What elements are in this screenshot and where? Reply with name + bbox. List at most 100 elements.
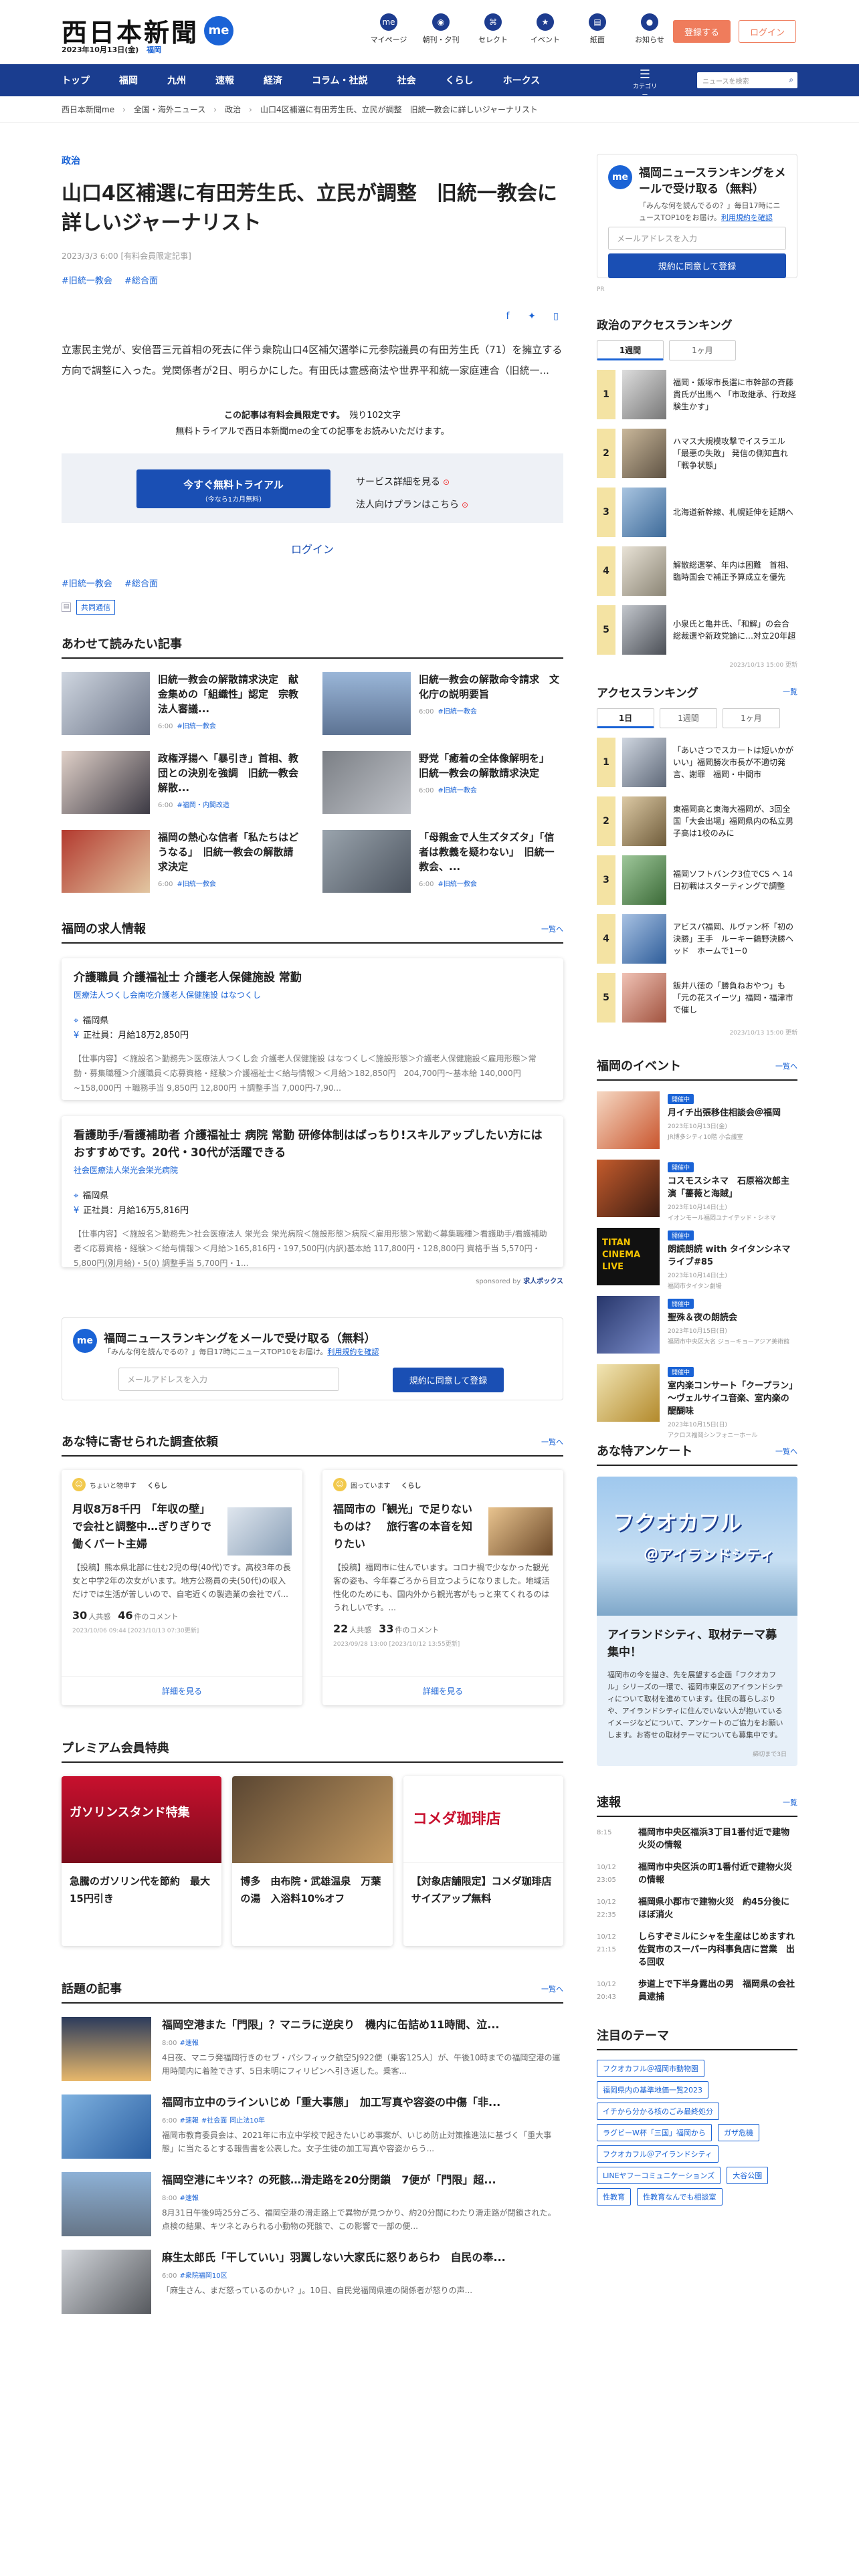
twitter-icon[interactable]: ✦	[524, 309, 539, 324]
breaking-item[interactable]: 10/12 20:43 歩道上で下半身露出の男 福岡県の会社員逮捕	[597, 1978, 797, 2004]
more-link[interactable]: 一覧	[783, 1797, 797, 1808]
tab-day[interactable]: 1日	[597, 708, 654, 728]
nav-mypage[interactable]: me マイページ	[363, 13, 415, 45]
more-link[interactable]: 一覧へ	[775, 1061, 797, 1071]
breadcrumb-national[interactable]: 全国・海外ニュース	[134, 104, 205, 115]
email-field[interactable]: メールアドレスを入力	[118, 1368, 339, 1391]
source-label[interactable]: 共同通信	[76, 600, 115, 615]
related-item[interactable]: 旧統一教会の解散命令請求 文化庁の説明要旨 6:00 #旧統一教会	[322, 672, 563, 735]
category-menu-button[interactable]: ☰ カテゴリー	[632, 68, 658, 100]
breaking-item[interactable]: 10/12 22:35 福岡県小郡市で建物火災 約45分後にほぼ消火	[597, 1896, 797, 1921]
detail-link[interactable]: 詳細を見る	[62, 1676, 302, 1705]
theme-tag[interactable]: ガザ危機	[717, 2124, 759, 2141]
service-detail-link[interactable]: サービス詳細を見る ⊙	[356, 471, 468, 494]
theme-tag[interactable]: ラグビーW杯「三国」福岡から	[597, 2124, 712, 2141]
theme-tag[interactable]: 大谷公園	[727, 2167, 769, 2184]
theme-tag[interactable]: 性教育	[597, 2188, 631, 2206]
gnav-hawks[interactable]: ホークス	[503, 74, 541, 87]
event-item[interactable]: 開催中 月イチ出張移住相談会＠福岡 2023年10月13日(金) JR博多シティ10階…	[597, 1091, 797, 1149]
theme-tag[interactable]: フクオカフル＠アイランドシティ	[597, 2145, 719, 2163]
ranking-item[interactable]: 5 小泉氏と亀井氏、「和解」の会合 総裁選や新政党論に…対立20年超	[597, 605, 797, 655]
terms-link[interactable]: 利用規約を確認	[327, 1348, 379, 1356]
more-link[interactable]: 一覧へ	[775, 1446, 797, 1457]
enquete-card[interactable]: フクオカフル ＠アイランドシティ アイランドシティ、取材テーマ募集中！ 福岡市の今…	[597, 1477, 797, 1766]
paywall-login-link[interactable]: ログイン	[62, 540, 563, 556]
nav-morning-evening[interactable]: ◉ 朝刊・夕刊	[415, 13, 467, 45]
subscribe-button[interactable]: 規約に同意して登録	[608, 253, 786, 278]
corporate-plan-link[interactable]: 法人向けプランはこちら ⊙	[356, 494, 468, 516]
ranking-item[interactable]: 2 東福岡高と東海大福岡が、3回全国「大会出場」福岡県内の私立男子高は1校のみに	[597, 796, 797, 846]
topic-item[interactable]: 福岡空港にキツネ？の死骸…滑走路を20分閉鎖 7便が「門限」超... 8:00 #速…	[62, 2172, 563, 2236]
email-field[interactable]: メールアドレスを入力	[608, 227, 786, 250]
ranking-item[interactable]: 5 飯井八徳の「勝負ねおやつ」も 「元の花スイーツ」福岡・福津市で催し	[597, 973, 797, 1023]
topic-item[interactable]: 麻生太郎氏「干していい」羽翼しない大家氏に怒りあらわ 自民の奉... 6:00 #衆…	[62, 2250, 563, 2314]
gnav-society[interactable]: 社会	[397, 74, 416, 87]
tab-week[interactable]: 1週間	[597, 340, 664, 360]
breadcrumb-home[interactable]: 西日本新聞me	[62, 104, 114, 115]
job-card[interactable]: 看護助手/看護補助者 介護福祉士 病院 常勤 研修体制はばっちり!スキルアップし…	[62, 1116, 563, 1268]
facebook-icon[interactable]: f	[500, 309, 515, 324]
event-item[interactable]: 開催中 コスモスシネマ 石原裕次郎主演「薔薇と海賊」 2023年10月14日(土) イ…	[597, 1160, 797, 1222]
breadcrumb-politics[interactable]: 政治	[225, 104, 241, 115]
event-item[interactable]: 開催中 聖殊＆夜の朗読会 2023年10月15日(日) 福岡市中央区大名 ジョーキョー…	[597, 1296, 797, 1354]
article-category[interactable]: 政治	[62, 154, 563, 167]
detail-link[interactable]: 詳細を見る	[322, 1676, 563, 1705]
ranking-item[interactable]: 1 福岡・飯塚市長選に市幹部の斉藤貴氏が出馬へ 「市政継承、行政経験生かす」	[597, 370, 797, 419]
more-link[interactable]: 一覧へ	[541, 1983, 563, 1994]
theme-tag[interactable]: 福岡県内の基準地価一覧2023	[597, 2081, 708, 2099]
ranking-item[interactable]: 4 アビスパ福岡、ルヴァン杯「初の決勝」王手 ルーキー鶴野決勝ヘッド ホームで1－…	[597, 914, 797, 964]
event-item[interactable]: 開催中 室内楽コンサート「クープラン」～ヴェルサイユ音楽、室内楽の醍醐味 2023年…	[597, 1364, 797, 1439]
related-item[interactable]: 野党「癒着の全体像解明を」 旧統一教会の解散請求決定 6:00 #旧統一教会	[322, 751, 563, 814]
gnav-economy[interactable]: 経済	[264, 74, 282, 87]
nav-notice[interactable]: ● お知らせ	[624, 13, 676, 45]
tag-link[interactable]: #総合面	[124, 276, 158, 286]
more-link[interactable]: 一覧へ	[541, 1436, 563, 1447]
tab-month[interactable]: 1ヶ月	[669, 340, 736, 360]
ranking-item[interactable]: 4 解散総選挙、年内は困難 首相、臨時国会で補正予算成立を優先	[597, 546, 797, 596]
gnav-top[interactable]: トップ	[62, 74, 90, 87]
gnav-kyushu[interactable]: 九州	[167, 74, 186, 87]
tag-link[interactable]: #旧統一教会	[62, 579, 112, 589]
breaking-item[interactable]: 8:15 福岡市中央区福浜3丁目1番付近で建物火災の情報	[597, 1826, 797, 1852]
related-item[interactable]: 「母親金で人生ズタズタ」「信者は教義を疑わない」 旧統一教会、... 6:00 #旧…	[322, 830, 563, 893]
related-item[interactable]: 旧統一教会の解散請求決定 献金集めの「組織性」認定 宗教法人審議... 6:00 #…	[62, 672, 302, 735]
weather-location[interactable]: 福岡	[147, 45, 161, 54]
theme-tag[interactable]: 性教育なんでも相談室	[637, 2188, 723, 2206]
theme-tag[interactable]: イチから分かる核のごみ最終処分	[597, 2103, 719, 2120]
gnav-life[interactable]: くらし	[446, 74, 474, 87]
subscribe-button[interactable]: 規約に同意して登録	[393, 1368, 504, 1392]
tag-link[interactable]: #旧統一教会	[62, 276, 112, 286]
survey-card[interactable]: ☺ ちょいと物申す くらし 月収8万8千円 「年収の壁」で会社と調整中…ぎりぎりで働…	[62, 1470, 302, 1705]
topic-item[interactable]: 福岡空港また「門限」？マニラに逆戻り 機内に缶詰め11時間、泣... 8:00 #速…	[62, 2017, 563, 2081]
tab-week[interactable]: 1週間	[660, 708, 717, 728]
more-link[interactable]: 一覧	[783, 686, 797, 697]
related-item[interactable]: 福岡の熱心な信者「私たちはどうなる」 旧統一教会の解散請求決定 6:00 #旧統一教…	[62, 830, 302, 893]
gnav-fukuoka[interactable]: 福岡	[119, 74, 138, 87]
survey-card[interactable]: ☺ 困っています くらし 福岡市の「観光」で足りないものは？ 旅行客の本音を知りたい…	[322, 1470, 563, 1705]
nav-event[interactable]: ★ イベント	[519, 13, 571, 45]
gnav-column[interactable]: コラム・社説	[312, 74, 368, 87]
nav-select[interactable]: ⌘ セレクト	[467, 13, 519, 45]
ranking-item[interactable]: 3 福岡ソフトバンク3位でCS へ 14日初戦はスターティングで調整	[597, 855, 797, 905]
event-item[interactable]: TITAN CINEMA LIVE 開催中 朗読朗読 with タイタンシネマライブ#8…	[597, 1228, 797, 1290]
ranking-item[interactable]: 1 「あいさつでスカートは短いかがいい」福岡勝次市長が不適切発言、謝罪 福岡・中間…	[597, 738, 797, 787]
breaking-item[interactable]: 10/12 23:05 福岡市中央区浜の町1番付近で建物火災の情報	[597, 1861, 797, 1887]
free-trial-button[interactable]: 今すぐ無料トライアル （今なら1カ月無料）	[136, 469, 330, 508]
premium-card[interactable]: コメダ珈琲店 【対象店舗限定】コメダ珈琲店 サイズアップ無料	[403, 1776, 563, 1946]
ranking-item[interactable]: 3 北海道新幹線、札幌延伸を延期へ	[597, 488, 797, 537]
related-item[interactable]: 政権浮揚へ「暴引き」首相、教団との決別を強調 旧統一教会解散... 6:00 #福岡…	[62, 751, 302, 814]
tab-month[interactable]: 1ヶ月	[723, 708, 780, 728]
theme-tag[interactable]: フクオカフル＠福岡市動物園	[597, 2060, 704, 2077]
theme-tag[interactable]: LINEヤフーコミュニケーションズ	[597, 2167, 721, 2184]
job-card[interactable]: 介護職員 介護福祉士 介護老人保健施設 常勤 医療法人つくし会南吃介護老人保健施…	[62, 958, 563, 1100]
more-link[interactable]: 一覧へ	[541, 924, 563, 934]
gnav-breaking[interactable]: 速報	[215, 74, 234, 87]
premium-card[interactable]: ガソリンスタンド特集 急騰のガソリン代を節約 最大15円引き	[62, 1776, 222, 1946]
nav-paper[interactable]: ▤ 紙面	[571, 13, 624, 45]
premium-card[interactable]: 博多 由布院・武雄温泉 万葉の湯 入浴料10%オフ	[232, 1776, 393, 1946]
bookmark-icon[interactable]: ▯	[549, 309, 563, 324]
site-logo[interactable]: 西日本新聞 me	[62, 12, 234, 49]
search-input[interactable]: ニュースを検索 ⌕	[697, 72, 797, 88]
tag-link[interactable]: #総合面	[124, 579, 158, 589]
ranking-item[interactable]: 2 ハマス大規模攻撃でイスラエル「最悪の失敗」 発信の側知直れ 「戦争状態」	[597, 429, 797, 478]
